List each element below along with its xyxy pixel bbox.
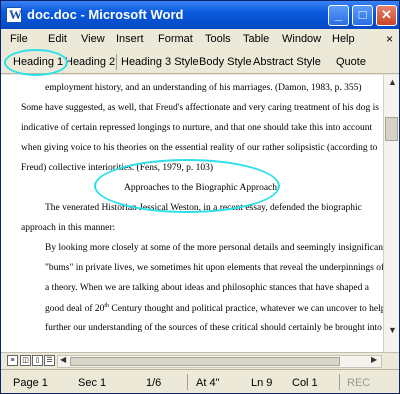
style-abstract[interactable]: Abstract Style	[253, 56, 321, 68]
status-separator	[339, 374, 340, 390]
web-layout-icon[interactable]: ◫	[20, 355, 31, 366]
status-line: Ln 9	[251, 377, 273, 389]
menu-view[interactable]: View	[81, 33, 105, 45]
view-and-hscroll-bar: ≡ ◫ ▯ ☰ ◀ ▶	[1, 352, 399, 369]
style-heading-3[interactable]: Heading 3 Style	[121, 56, 199, 68]
doc-quote-line: a theory. When we are talking about idea…	[45, 283, 369, 293]
scroll-up-icon[interactable]: ▲	[388, 77, 397, 87]
status-separator	[187, 374, 188, 390]
normal-view-icon[interactable]: ≡	[7, 355, 18, 366]
menu-table[interactable]: Table	[243, 33, 269, 45]
style-body[interactable]: Body Style	[199, 56, 252, 68]
style-heading-1[interactable]: Heading 1	[13, 56, 63, 68]
doc-quote-line: "bums" in private lives, we sometimes hi…	[45, 263, 383, 273]
doc-line: The venerated Historian Jessical Weston,…	[45, 203, 362, 213]
doc-quote-line: good deal of 20th Century thought and po…	[45, 303, 383, 314]
menu-help[interactable]: Help	[332, 33, 355, 45]
scroll-right-icon[interactable]: ▶	[371, 355, 377, 364]
doc-heading: Approaches to the Biographic Approach.	[124, 183, 280, 193]
status-bar: Page 1 Sec 1 1/6 At 4" Ln 9 Col 1 REC	[1, 369, 399, 393]
style-heading-2[interactable]: Heading 2	[65, 56, 115, 68]
close-button[interactable]: ✕	[376, 5, 397, 26]
status-column: Col 1	[292, 377, 318, 389]
horizontal-scroll-thumb[interactable]	[70, 357, 340, 366]
doc-text-run: Century thought and political practice, …	[109, 304, 383, 315]
menu-bar: File Edit View Insert Format Tools Table…	[1, 29, 399, 50]
doc-line: Freud) collective interiorities. (Fens, …	[21, 163, 214, 173]
close-document-icon[interactable]: ×	[386, 32, 393, 46]
doc-line: when giving voice to his theories on the…	[21, 143, 378, 153]
menu-file[interactable]: File	[10, 33, 28, 45]
style-toolbar: Heading 1 Heading 2 Heading 3 Style Body…	[1, 50, 399, 74]
doc-line: employment history, and an understanding…	[45, 83, 362, 93]
status-page: Page 1	[13, 377, 48, 389]
toolbar-separator	[116, 54, 117, 70]
menu-window[interactable]: Window	[282, 33, 321, 45]
maximize-button[interactable]: □	[352, 5, 373, 26]
status-page-count: 1/6	[146, 377, 162, 389]
print-layout-icon[interactable]: ▯	[32, 355, 43, 366]
word-window: doc.doc - Microsoft Word _ □ ✕ File Edit…	[0, 0, 400, 394]
scroll-left-icon[interactable]: ◀	[60, 355, 66, 364]
status-section: Sec 1	[78, 377, 107, 389]
window-title: doc.doc - Microsoft Word	[27, 7, 184, 22]
menu-edit[interactable]: Edit	[48, 33, 67, 45]
menu-format[interactable]: Format	[158, 33, 193, 45]
document-area[interactable]: employment history, and an understanding…	[1, 75, 383, 352]
title-bar[interactable]: doc.doc - Microsoft Word _ □ ✕	[1, 1, 399, 29]
doc-line: indicative of certain repressed longings…	[21, 123, 373, 133]
doc-quote-line: By looking more closely at some of the m…	[45, 243, 383, 253]
status-rec[interactable]: REC	[347, 377, 370, 389]
word-app-icon[interactable]	[6, 7, 22, 23]
menu-tools[interactable]: Tools	[205, 33, 231, 45]
vertical-scroll-thumb[interactable]	[385, 117, 398, 141]
menu-insert[interactable]: Insert	[116, 33, 144, 45]
doc-line: approach in this manner:	[21, 223, 116, 233]
status-position: At 4"	[196, 377, 220, 389]
horizontal-scrollbar[interactable]: ◀ ▶	[57, 355, 382, 368]
outline-view-icon[interactable]: ☰	[44, 355, 55, 366]
style-quote[interactable]: Quote	[336, 56, 366, 68]
doc-quote-line: further our understanding of the sources…	[45, 323, 382, 333]
vertical-scrollbar[interactable]: ▲ ▼	[383, 75, 399, 352]
minimize-button[interactable]: _	[328, 5, 349, 26]
scroll-down-icon[interactable]: ▼	[388, 325, 397, 335]
doc-text-run: good deal of 20	[45, 304, 105, 315]
doc-line: Some have suggested, as well, that Freud…	[21, 103, 379, 113]
